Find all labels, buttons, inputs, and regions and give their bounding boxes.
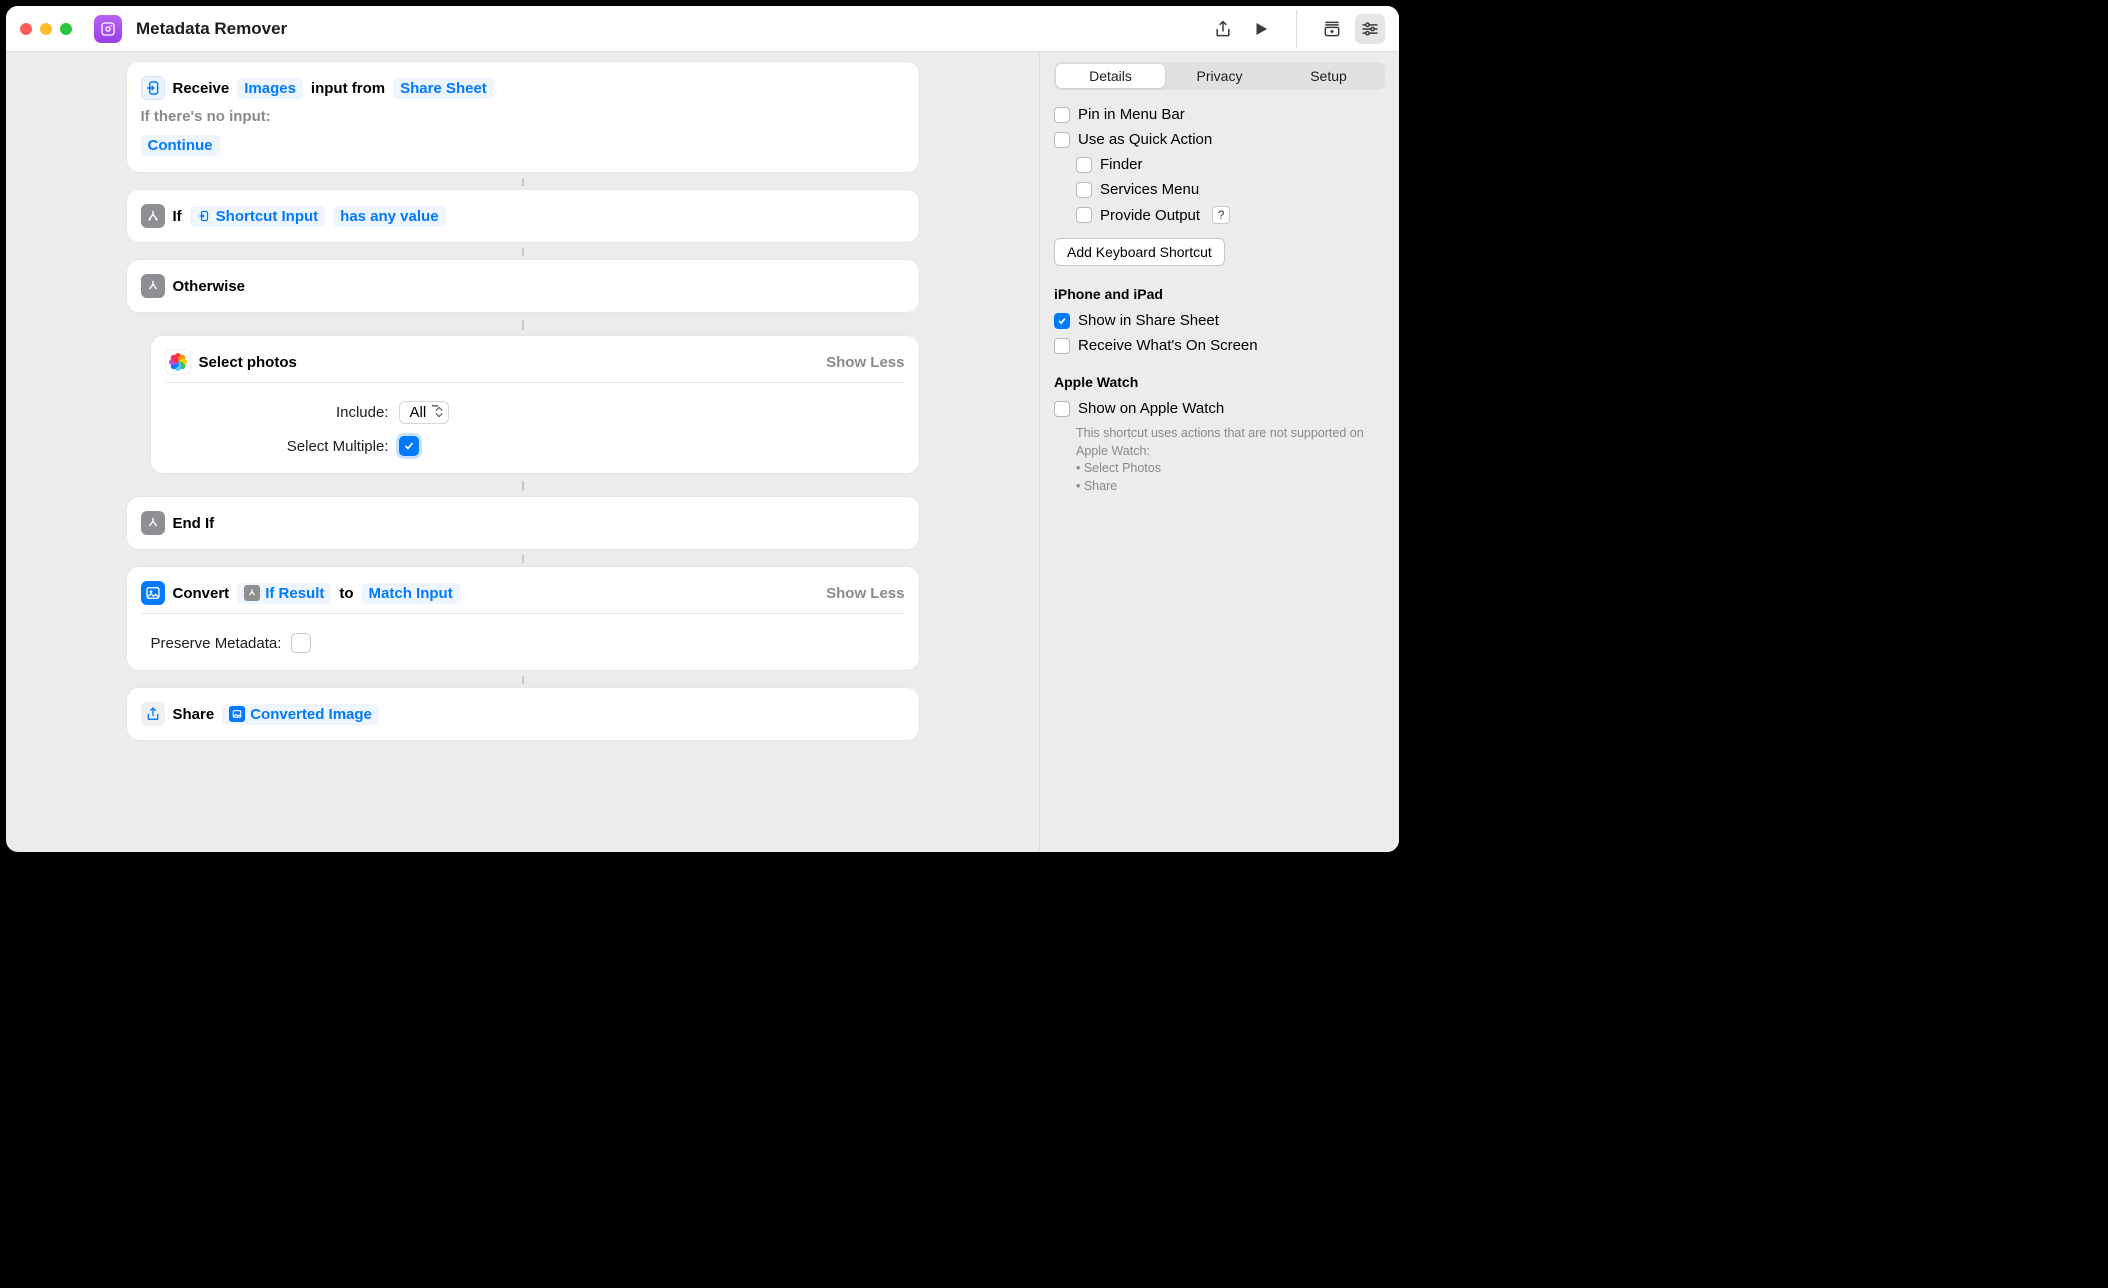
add-keyboard-shortcut-button[interactable]: Add Keyboard Shortcut [1054, 238, 1225, 266]
to-label: to [339, 585, 353, 602]
section-iphone-ipad: iPhone and iPad [1054, 286, 1385, 302]
quick-action-row[interactable]: Use as Quick Action [1054, 127, 1385, 152]
share-input-token[interactable]: Converted Image [222, 704, 379, 725]
qa-services-row[interactable]: Services Menu [1054, 177, 1385, 202]
pin-menu-bar-label: Pin in Menu Bar [1078, 106, 1185, 123]
otherwise-label: Otherwise [173, 278, 246, 295]
select-multiple-label: Select Multiple: [165, 438, 389, 455]
app-window: Metadata Remover [6, 6, 1399, 852]
connector [522, 178, 524, 186]
qa-services-checkbox[interactable] [1076, 182, 1092, 198]
share-button[interactable] [1208, 14, 1238, 44]
if-action-card[interactable]: If Shortcut Input has any value [127, 190, 919, 242]
tab-details[interactable]: Details [1056, 64, 1165, 88]
branch-glyph-icon [244, 585, 260, 601]
close-window-button[interactable] [20, 23, 32, 35]
library-toggle-button[interactable] [1317, 14, 1347, 44]
input-from-label: input from [311, 80, 385, 97]
qa-finder-label: Finder [1100, 156, 1143, 173]
qa-finder-checkbox[interactable] [1076, 157, 1092, 173]
image-glyph-icon [229, 706, 245, 722]
receive-screen-row[interactable]: Receive What's On Screen [1054, 333, 1385, 358]
content-area: Receive Images input from Share Sheet If… [6, 52, 1399, 852]
convert-action-card[interactable]: Convert If Result to Match Input Show Le… [127, 567, 919, 670]
shortcut-title[interactable]: Metadata Remover [136, 19, 287, 39]
photos-app-icon [165, 349, 191, 375]
quick-action-checkbox[interactable] [1054, 132, 1070, 148]
share-sheet-label: Show in Share Sheet [1078, 312, 1219, 329]
select-photos-title: Select photos [199, 354, 297, 371]
titlebar: Metadata Remover [6, 6, 1399, 52]
include-select[interactable]: All [399, 401, 450, 424]
share-label: Share [173, 706, 215, 723]
endif-action-card[interactable]: End If [127, 497, 919, 549]
receive-action-card[interactable]: Receive Images input from Share Sheet If… [127, 62, 919, 172]
show-less-toggle[interactable]: Show Less [826, 354, 904, 371]
section-apple-watch: Apple Watch [1054, 374, 1385, 390]
receive-screen-label: Receive What's On Screen [1078, 337, 1258, 354]
qa-output-checkbox[interactable] [1076, 207, 1092, 223]
share-sheet-row[interactable]: Show in Share Sheet [1054, 308, 1385, 333]
if-label: If [173, 208, 182, 225]
input-glyph-icon [197, 209, 211, 223]
select-photos-action-card[interactable]: Select photos Show Less Include: All [151, 336, 919, 473]
convert-format-token[interactable]: Match Input [362, 583, 460, 604]
receive-screen-checkbox[interactable] [1054, 338, 1070, 354]
tab-setup[interactable]: Setup [1274, 64, 1383, 88]
if-input-token[interactable]: Shortcut Input [190, 206, 325, 227]
branch-icon [141, 204, 165, 228]
connector [522, 248, 524, 256]
qa-services-label: Services Menu [1100, 181, 1199, 198]
no-input-label: If there's no input: [141, 104, 905, 131]
inspector-panel: Details Privacy Setup Pin in Menu Bar Us… [1039, 52, 1399, 852]
preserve-metadata-checkbox[interactable] [291, 633, 311, 653]
branch-icon [141, 274, 165, 298]
run-button[interactable] [1246, 14, 1276, 44]
pin-menu-bar-row[interactable]: Pin in Menu Bar [1054, 102, 1385, 127]
inspector-tabs: Details Privacy Setup [1054, 62, 1385, 90]
preserve-metadata-label: Preserve Metadata: [141, 635, 282, 652]
share-sheet-checkbox[interactable] [1054, 313, 1070, 329]
include-label: Include: [165, 404, 389, 421]
if-condition-token[interactable]: has any value [333, 206, 445, 227]
image-icon [141, 581, 165, 605]
qa-output-row[interactable]: Provide Output ? [1054, 202, 1385, 228]
watch-show-checkbox[interactable] [1054, 401, 1070, 417]
pin-menu-bar-checkbox[interactable] [1054, 107, 1070, 123]
quick-action-label: Use as Quick Action [1078, 131, 1212, 148]
minimize-window-button[interactable] [40, 23, 52, 35]
maximize-window-button[interactable] [60, 23, 72, 35]
tab-privacy[interactable]: Privacy [1165, 64, 1274, 88]
workflow-editor[interactable]: Receive Images input from Share Sheet If… [6, 52, 1039, 852]
share-action-card[interactable]: Share Converted Image [127, 688, 919, 740]
input-source-token[interactable]: Share Sheet [393, 78, 494, 99]
receive-label: Receive [173, 80, 230, 97]
no-input-behavior-token[interactable]: Continue [141, 135, 220, 156]
connector [522, 555, 524, 563]
otherwise-action-card[interactable]: Otherwise [127, 260, 919, 312]
shortcut-icon [94, 15, 122, 43]
share-icon [141, 702, 165, 726]
show-less-toggle[interactable]: Show Less [826, 585, 904, 602]
window-controls [20, 23, 72, 35]
branch-icon [141, 511, 165, 535]
input-icon [141, 76, 165, 100]
qa-output-label: Provide Output [1100, 207, 1200, 224]
help-icon[interactable]: ? [1212, 206, 1230, 224]
connector [522, 676, 524, 684]
watch-note: This shortcut uses actions that are not … [1054, 425, 1385, 495]
convert-label: Convert [173, 585, 230, 602]
watch-show-row[interactable]: Show on Apple Watch [1054, 396, 1385, 421]
convert-input-token[interactable]: If Result [237, 583, 331, 604]
connector [522, 481, 524, 491]
inspector-toggle-button[interactable] [1355, 14, 1385, 44]
watch-show-label: Show on Apple Watch [1078, 400, 1224, 417]
connector [522, 320, 524, 330]
qa-finder-row[interactable]: Finder [1054, 152, 1385, 177]
receive-types-token[interactable]: Images [237, 78, 303, 99]
select-multiple-checkbox[interactable] [399, 436, 419, 456]
endif-label: End If [173, 515, 215, 532]
